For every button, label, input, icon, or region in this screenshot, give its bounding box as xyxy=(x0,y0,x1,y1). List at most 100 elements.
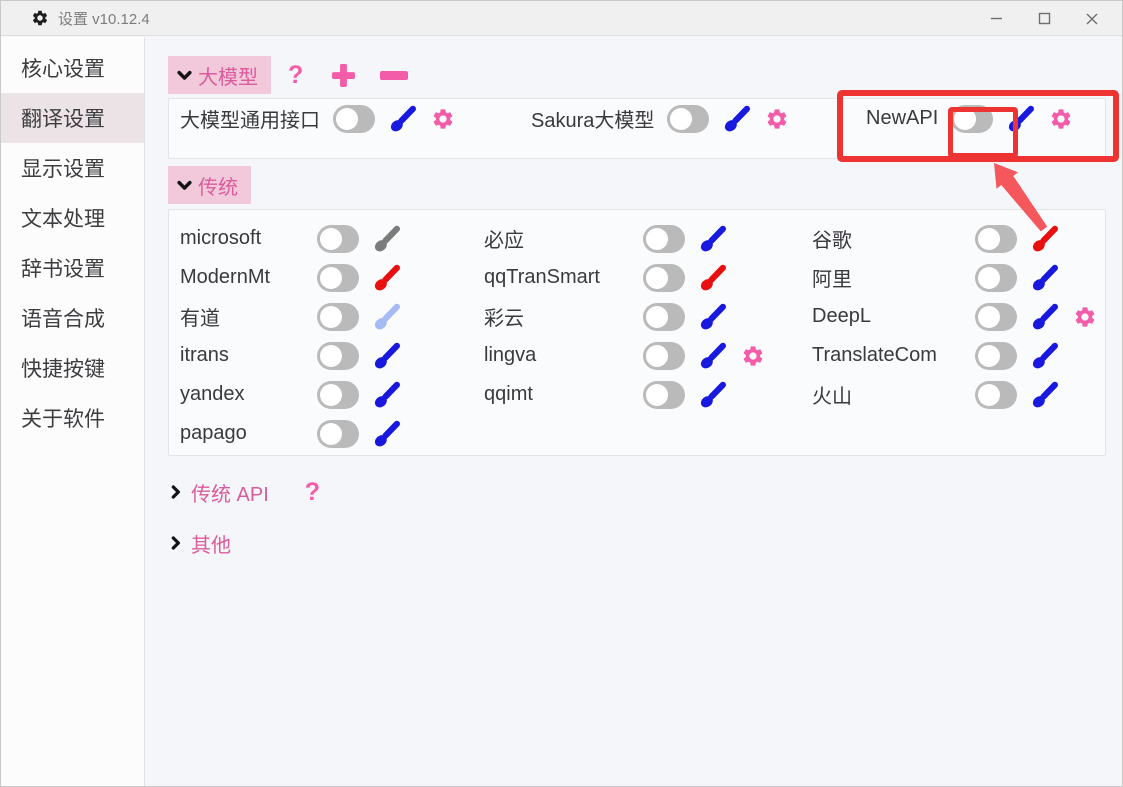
service-row: 必应 xyxy=(484,219,765,258)
service-column: microsoft ModernMt 有道 itrans yandex papa… xyxy=(180,219,402,453)
service-label: 必应 xyxy=(484,224,630,253)
service-row: qqTranSmart xyxy=(484,258,765,297)
service-label: qqTranSmart xyxy=(484,266,630,289)
sidebar-item[interactable]: 核心设置 xyxy=(1,43,144,93)
service-toggle[interactable] xyxy=(975,264,1017,292)
settings-window: 设置 v10.12.4 核心设置 翻译设置 显示设置 文本处理 辞书设置 语音合… xyxy=(0,0,1123,787)
window-controls xyxy=(972,1,1116,36)
service-toggle[interactable] xyxy=(643,264,685,292)
brush-icon[interactable] xyxy=(698,380,728,410)
brush-icon[interactable] xyxy=(698,302,728,332)
brush-icon[interactable] xyxy=(372,380,402,410)
sidebar-item[interactable]: 辞书设置 xyxy=(1,243,144,293)
gear-icon[interactable] xyxy=(431,107,455,131)
brush-icon[interactable] xyxy=(698,263,728,293)
gear-icon[interactable] xyxy=(765,107,789,131)
sidebar: 核心设置 翻译设置 显示设置 文本处理 辞书设置 语音合成 快捷按键 关于软件 xyxy=(1,37,145,786)
brush-icon[interactable] xyxy=(1030,341,1060,371)
traditional-section-title: 传统 xyxy=(198,171,238,200)
service-toggle[interactable] xyxy=(975,303,1017,331)
service-label: papago xyxy=(180,422,304,445)
service-row: 火山 xyxy=(812,375,1097,414)
llm-help-icon[interactable]: ? xyxy=(288,61,303,90)
close-icon xyxy=(1085,12,1099,26)
service-column: 谷歌 阿里 DeepL TranslateCom 火山 xyxy=(812,219,1097,414)
service-toggle[interactable] xyxy=(975,225,1017,253)
llm-section-title: 大模型 xyxy=(198,61,258,90)
toggle-knob xyxy=(978,345,1000,367)
toggle-knob xyxy=(646,306,668,328)
service-row: Sakura大模型 xyxy=(531,99,789,138)
brush-icon[interactable] xyxy=(372,263,402,293)
service-toggle[interactable] xyxy=(643,342,685,370)
toggle-knob xyxy=(646,345,668,367)
service-toggle[interactable] xyxy=(317,381,359,409)
minimize-button[interactable] xyxy=(972,1,1020,36)
service-row: 有道 xyxy=(180,297,402,336)
brush-icon[interactable] xyxy=(388,104,418,134)
service-toggle[interactable] xyxy=(975,342,1017,370)
brush-icon[interactable] xyxy=(372,302,402,332)
service-label: qqimt xyxy=(484,383,630,406)
brush-icon[interactable] xyxy=(1006,104,1036,134)
service-toggle[interactable] xyxy=(317,342,359,370)
sidebar-item[interactable]: 语音合成 xyxy=(1,293,144,343)
service-toggle[interactable] xyxy=(317,420,359,448)
titlebar: 设置 v10.12.4 xyxy=(1,1,1122,36)
minus-icon[interactable] xyxy=(380,71,408,80)
service-row: microsoft xyxy=(180,219,402,258)
service-label: microsoft xyxy=(180,227,304,250)
brush-icon[interactable] xyxy=(372,419,402,449)
sidebar-item[interactable]: 文本处理 xyxy=(1,193,144,243)
service-label: TranslateCom xyxy=(812,344,962,367)
llm-services-panel: 大模型通用接口 Sakura大模型 NewAPI xyxy=(168,98,1106,159)
brush-icon[interactable] xyxy=(722,104,752,134)
toggle-knob xyxy=(320,306,342,328)
service-toggle[interactable] xyxy=(951,105,993,133)
sidebar-item[interactable]: 快捷按键 xyxy=(1,343,144,393)
gear-icon[interactable] xyxy=(1073,305,1097,329)
service-row: yandex xyxy=(180,375,402,414)
brush-icon[interactable] xyxy=(372,224,402,254)
service-toggle[interactable] xyxy=(317,225,359,253)
sidebar-item[interactable]: 翻译设置 xyxy=(1,93,144,143)
maximize-button[interactable] xyxy=(1020,1,1068,36)
toggle-knob xyxy=(978,267,1000,289)
other-section-header[interactable]: 其他 xyxy=(168,530,1122,556)
service-toggle[interactable] xyxy=(643,381,685,409)
brush-icon[interactable] xyxy=(1030,302,1060,332)
sidebar-item[interactable]: 关于软件 xyxy=(1,393,144,443)
brush-icon[interactable] xyxy=(372,341,402,371)
service-toggle[interactable] xyxy=(643,303,685,331)
toggle-knob xyxy=(646,267,668,289)
service-row: DeepL xyxy=(812,297,1097,336)
service-label: yandex xyxy=(180,383,304,406)
traditional-section-header[interactable]: 传统 xyxy=(168,166,251,204)
service-toggle[interactable] xyxy=(975,381,1017,409)
gear-icon[interactable] xyxy=(741,344,765,368)
brush-icon[interactable] xyxy=(1030,380,1060,410)
gear-icon[interactable] xyxy=(1049,107,1073,131)
toggle-knob xyxy=(320,423,342,445)
brush-icon[interactable] xyxy=(1030,224,1060,254)
service-toggle[interactable] xyxy=(667,105,709,133)
chevron-right-icon xyxy=(168,535,184,551)
service-toggle[interactable] xyxy=(317,303,359,331)
brush-icon[interactable] xyxy=(698,224,728,254)
llm-section-header[interactable]: 大模型 xyxy=(168,56,271,94)
service-toggle[interactable] xyxy=(333,105,375,133)
brush-icon[interactable] xyxy=(1030,263,1060,293)
chevron-right-icon xyxy=(168,484,184,500)
service-label: lingva xyxy=(484,344,630,367)
traditional-api-help-icon[interactable]: ? xyxy=(305,478,320,507)
other-section-title: 其他 xyxy=(191,529,231,558)
service-toggle[interactable] xyxy=(643,225,685,253)
traditional-api-section-header[interactable]: 传统 API ? xyxy=(168,479,1122,505)
plus-icon[interactable] xyxy=(331,63,356,88)
service-toggle[interactable] xyxy=(317,264,359,292)
service-row: NewAPI xyxy=(866,99,1073,138)
sidebar-item[interactable]: 显示设置 xyxy=(1,143,144,193)
brush-icon[interactable] xyxy=(698,341,728,371)
close-button[interactable] xyxy=(1068,1,1116,36)
main-content: 大模型 ? 大模型通用接口 Sakura大模型 NewAPI 传统 xyxy=(145,37,1122,785)
